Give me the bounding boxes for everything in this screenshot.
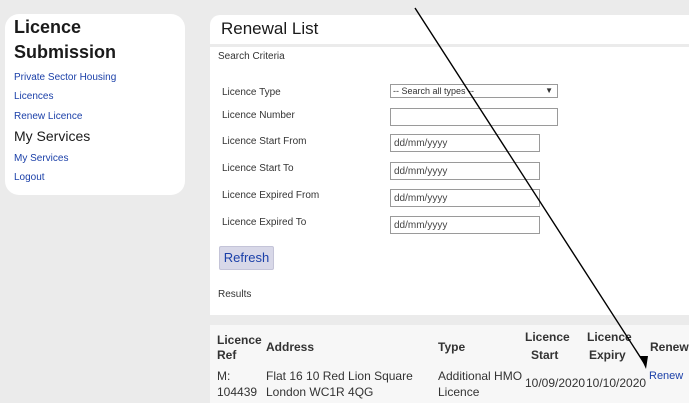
annotation-arrow-line: [414, 7, 647, 367]
annotation-arrow: [414, 7, 648, 369]
annotation-arrow-head: [640, 356, 648, 369]
